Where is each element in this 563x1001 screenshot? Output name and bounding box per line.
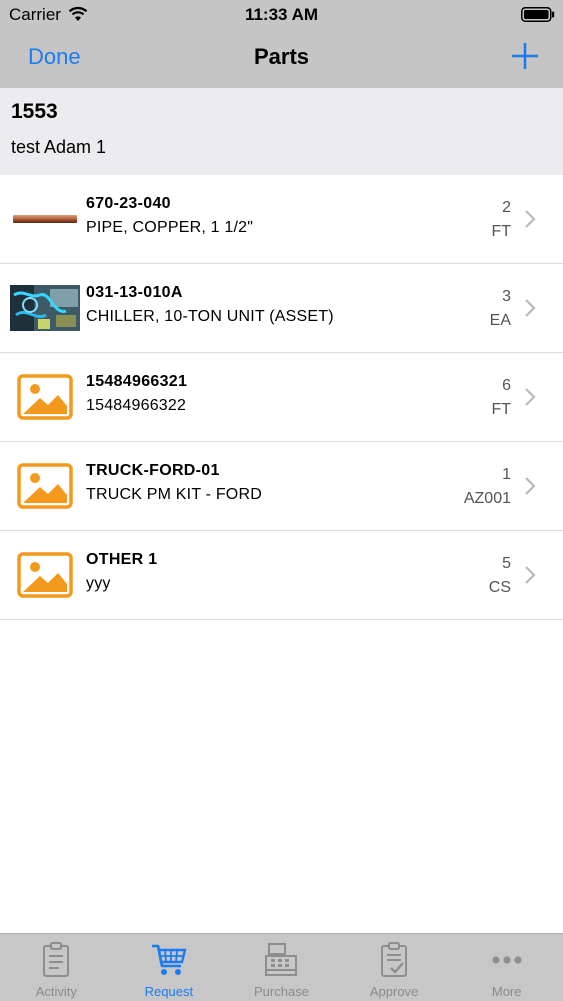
part-quantity: 3 (502, 288, 511, 305)
part-description: CHILLER, 10-TON UNIT (ASSET) (86, 308, 334, 325)
clipboard-check-icon (381, 942, 408, 977)
status-time: 11:33 AM (244, 5, 319, 24)
placeholder-image-icon (17, 552, 73, 598)
list-item[interactable]: OTHER 1 yyy 5 CS (0, 531, 563, 620)
work-order-header: 1553 test Adam 1 (0, 88, 563, 175)
navigation-bar: Done Parts (0, 30, 563, 88)
part-quantity: 2 (502, 199, 511, 216)
part-unit: FT (491, 401, 511, 418)
part-quantity: 6 (502, 377, 511, 394)
part-quantity: 5 (502, 555, 511, 572)
tab-more[interactable]: More (450, 934, 563, 1001)
tab-label: Purchase (254, 984, 309, 999)
list-item[interactable]: 670-23-040 PIPE, COPPER, 1 1/2" 2 FT (0, 175, 563, 264)
more-dots-icon (492, 956, 522, 964)
chevron-right-icon (525, 566, 536, 584)
page-title: Parts (253, 44, 310, 69)
register-icon (265, 943, 298, 976)
part-number: 15484966321 (86, 373, 188, 390)
part-unit: FT (491, 223, 511, 240)
tab-label: More (491, 984, 522, 999)
top-bar: Carrier 11:33 AM Done Parts (0, 0, 563, 88)
tab-label: Approve (369, 984, 419, 999)
part-unit: EA (489, 312, 511, 329)
work-order-description: test Adam 1 (11, 137, 107, 157)
tab-activity[interactable]: Activity (0, 934, 113, 1001)
part-quantity: 1 (502, 466, 511, 483)
part-unit: AZ001 (463, 490, 511, 507)
list-item[interactable]: 15484966321 15484966322 6 FT (0, 353, 563, 442)
clipboard-icon (43, 942, 70, 977)
part-number: OTHER 1 (86, 551, 158, 568)
cart-icon (151, 944, 187, 975)
chevron-right-icon (525, 477, 536, 495)
list-item[interactable]: 031-13-010A CHILLER, 10-TON UNIT (ASSET)… (0, 264, 563, 353)
status-bar: Carrier 11:33 AM (0, 0, 563, 30)
part-unit: CS (488, 579, 511, 596)
tab-label: Request (144, 984, 194, 999)
part-number: 670-23-040 (86, 195, 171, 212)
chiller-photo (10, 285, 80, 331)
part-description: yyy (86, 575, 111, 592)
part-description: TRUCK PM KIT - FORD (86, 486, 262, 503)
part-number: 031-13-010A (86, 284, 183, 301)
part-description: PIPE, COPPER, 1 1/2" (86, 219, 254, 236)
parts-list: 670-23-040 PIPE, COPPER, 1 1/2" 2 FT 031… (0, 175, 563, 620)
part-description: 15484966322 (86, 397, 187, 414)
part-number: TRUCK-FORD-01 (86, 462, 220, 479)
placeholder-image-icon (17, 463, 73, 509)
tab-approve[interactable]: Approve (338, 934, 451, 1001)
chevron-right-icon (525, 210, 536, 228)
work-order-number: 1553 (11, 100, 58, 123)
list-item[interactable]: TRUCK-FORD-01 TRUCK PM KIT - FORD 1 AZ00… (0, 442, 563, 531)
plus-icon[interactable] (508, 39, 542, 73)
chevron-right-icon (525, 299, 536, 317)
tab-bar: Activity Request Purchase Approve More (0, 933, 563, 1001)
battery-icon (521, 7, 555, 22)
chevron-right-icon (525, 388, 536, 406)
tab-label: Activity (35, 984, 77, 999)
placeholder-image-icon (17, 374, 73, 420)
tab-request[interactable]: Request (113, 934, 226, 1001)
copper-pipe-photo (13, 215, 77, 223)
tab-purchase[interactable]: Purchase (225, 934, 338, 1001)
